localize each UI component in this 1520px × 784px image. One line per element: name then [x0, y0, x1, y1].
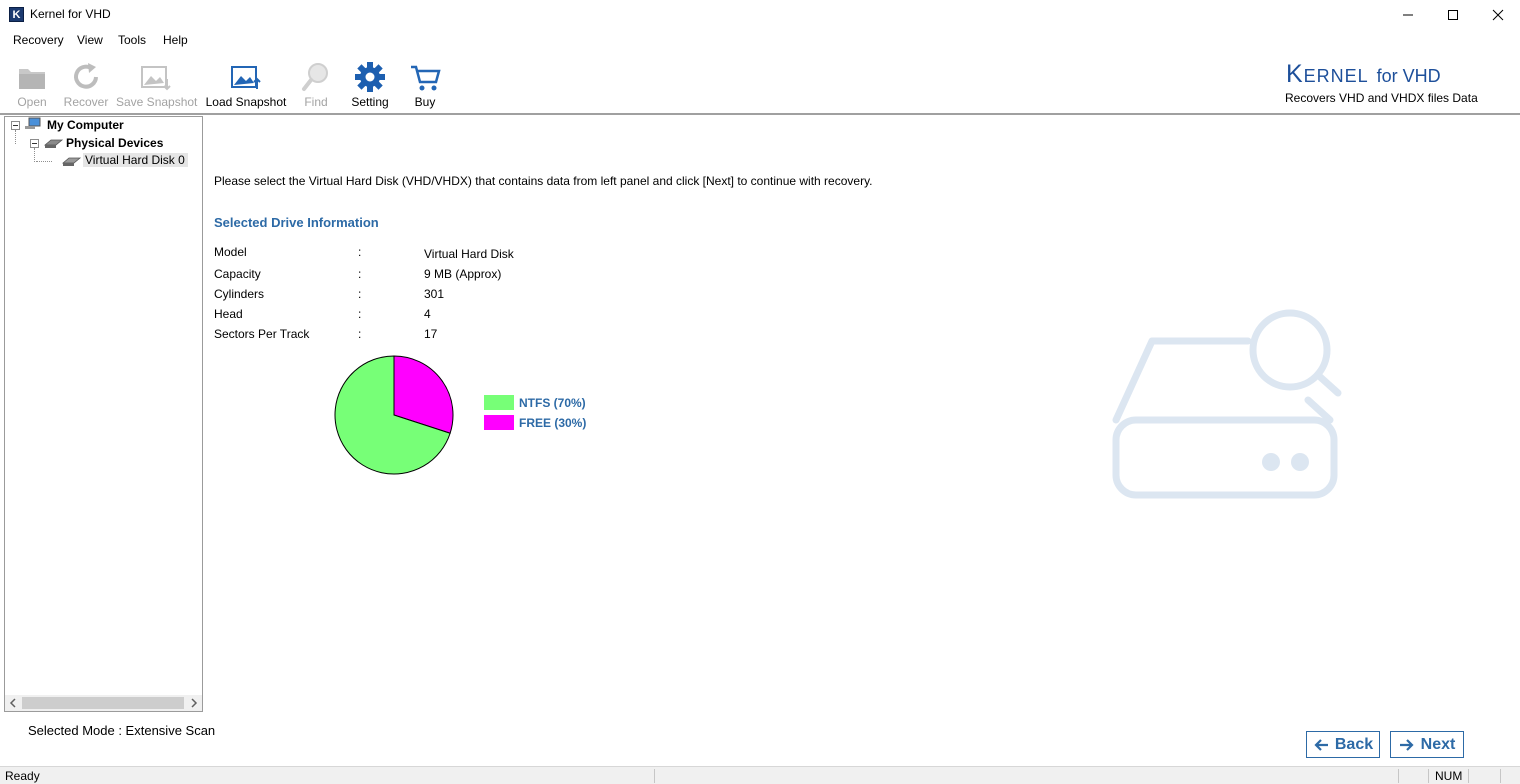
arrow-right-icon — [1399, 738, 1414, 751]
maximize-icon — [1448, 10, 1458, 20]
device-tree-panel — [4, 116, 203, 712]
open-button[interactable]: Open — [8, 58, 56, 112]
computer-icon — [25, 117, 41, 129]
scroll-left-icon[interactable] — [8, 698, 18, 708]
folder-icon — [19, 69, 45, 89]
info-value-head: 4 — [424, 307, 431, 321]
next-button[interactable]: Next — [1390, 731, 1464, 758]
gear-icon — [355, 62, 385, 92]
brand-tagline: Recovers VHD and VHDX files Data — [1285, 91, 1478, 105]
info-colon: : — [358, 307, 362, 321]
menu-help[interactable]: Help — [163, 33, 188, 47]
instruction-text: Please select the Virtual Hard Disk (VHD… — [214, 174, 873, 188]
status-text: Ready — [5, 769, 40, 783]
close-button[interactable] — [1475, 0, 1520, 30]
back-button[interactable]: Back — [1306, 731, 1380, 758]
legend-label-free: FREE (30%) — [519, 416, 587, 430]
back-label: Back — [1334, 735, 1374, 753]
save-snapshot-icon — [141, 66, 171, 91]
window-title: Kernel for VHD — [30, 7, 111, 21]
minimize-button[interactable] — [1385, 0, 1431, 30]
info-label-capacity: Capacity — [214, 267, 261, 281]
section-title: Selected Drive Information — [214, 215, 379, 230]
info-colon: : — [358, 267, 362, 281]
status-separator — [1468, 769, 1469, 783]
save-snapshot-label: Save Snapshot — [116, 95, 198, 109]
status-separator — [1428, 769, 1429, 783]
hard-disk-icon — [61, 157, 82, 166]
maximize-button[interactable] — [1430, 0, 1476, 30]
info-colon: : — [358, 245, 362, 259]
magnifier-icon — [302, 63, 328, 91]
find-label: Find — [304, 95, 328, 109]
info-label-cylinders: Cylinders — [214, 287, 265, 301]
app-icon: K — [9, 7, 24, 22]
scroll-right-icon[interactable] — [189, 698, 199, 708]
tree-line — [36, 161, 52, 162]
recover-button[interactable]: Recover — [62, 58, 110, 112]
buy-label: Buy — [414, 95, 436, 109]
info-label-sectors-per-track: Sectors Per Track — [214, 327, 310, 341]
tree-node-my-computer[interactable]: My Computer — [47, 118, 124, 132]
minimize-icon — [1403, 14, 1413, 16]
tree-collapse-toggle[interactable] — [30, 139, 39, 148]
save-snapshot-button[interactable]: Save Snapshot — [116, 58, 198, 112]
setting-button[interactable]: Setting — [348, 58, 392, 112]
status-separator — [1500, 769, 1501, 783]
tree-node-physical-devices[interactable]: Physical Devices — [66, 136, 163, 150]
legend-label-ntfs: NTFS (70%) — [519, 396, 586, 410]
drives-icon — [43, 139, 64, 148]
cart-icon — [411, 65, 441, 91]
tree-node-virtual-hard-disk[interactable]: Virtual Hard Disk 0 — [83, 153, 188, 167]
info-label-head: Head — [214, 307, 243, 321]
setting-label: Setting — [351, 95, 389, 109]
partition-pie-chart — [334, 355, 454, 475]
drive-search-watermark-icon — [1112, 309, 1342, 499]
info-value-sectors-per-track: 17 — [424, 327, 438, 341]
scrollbar-thumb[interactable] — [22, 697, 184, 709]
arrow-left-icon — [1314, 738, 1328, 751]
close-icon — [1492, 9, 1504, 21]
brand-product: for VHD — [1376, 66, 1441, 86]
brand-name: Kernel — [1286, 60, 1369, 88]
info-value-capacity: 9 MB (Approx) — [424, 267, 502, 281]
tree-collapse-toggle[interactable] — [11, 121, 20, 130]
toolbar-divider — [0, 113, 1520, 115]
menu-recovery[interactable]: Recovery — [13, 33, 64, 47]
load-snapshot-icon — [231, 66, 261, 89]
info-colon: : — [358, 287, 362, 301]
load-snapshot-label: Load Snapshot — [205, 95, 287, 109]
next-label: Next — [1420, 735, 1456, 753]
title-bar: K Kernel for VHD — [0, 0, 1520, 30]
buy-button[interactable]: Buy — [404, 58, 446, 112]
info-value-cylinders: 301 — [424, 287, 445, 301]
info-value-model: Virtual Hard Disk — [424, 247, 514, 261]
status-bar: Ready NUM — [0, 766, 1520, 784]
menu-view[interactable]: View — [77, 33, 103, 47]
open-label: Open — [17, 95, 47, 109]
info-colon: : — [358, 327, 362, 341]
status-separator — [1398, 769, 1399, 783]
recover-label: Recover — [63, 95, 109, 109]
selected-mode-text: Selected Mode : Extensive Scan — [28, 723, 216, 738]
find-button[interactable]: Find — [296, 58, 336, 112]
status-separator — [654, 769, 655, 783]
refresh-icon — [74, 63, 98, 89]
tree-line — [15, 130, 16, 144]
tree-horizontal-scrollbar[interactable] — [5, 695, 202, 711]
menu-tools[interactable]: Tools — [118, 33, 146, 47]
load-snapshot-button[interactable]: Load Snapshot — [205, 58, 287, 112]
info-label-model: Model — [214, 245, 247, 259]
legend-swatch-free — [484, 415, 514, 430]
brand-logo: Kernel for VHD — [1286, 60, 1441, 89]
num-lock-indicator: NUM — [1435, 769, 1463, 783]
legend-swatch-ntfs — [484, 395, 514, 410]
tree-line — [34, 148, 35, 162]
